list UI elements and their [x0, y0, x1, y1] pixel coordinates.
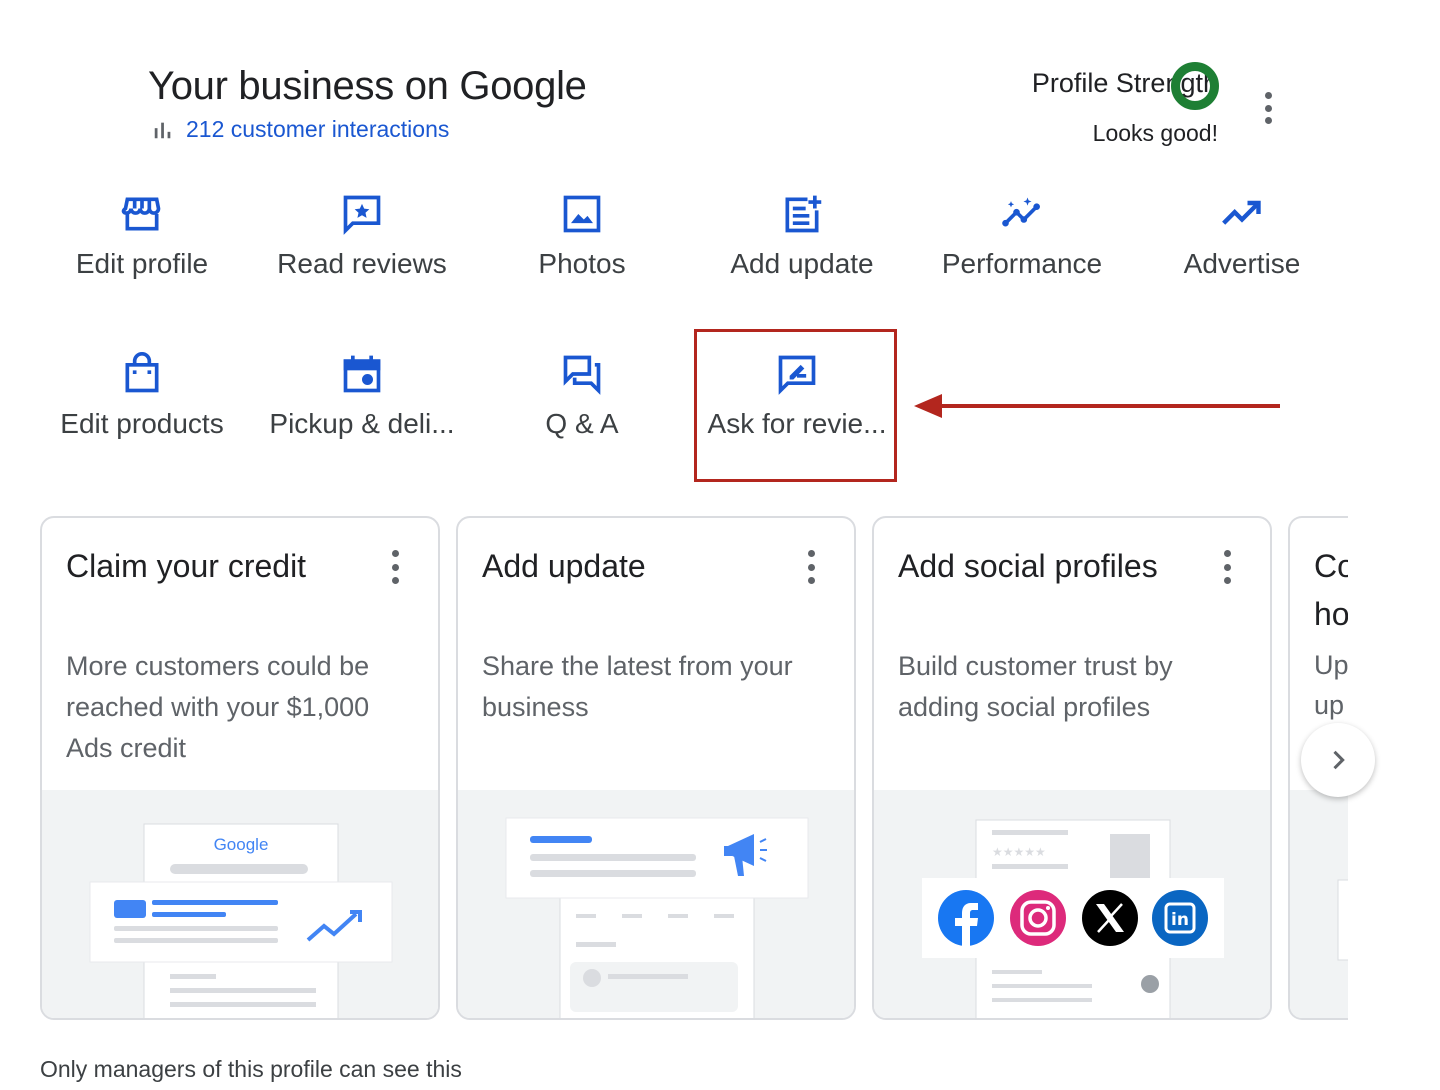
- linkedin-icon: in: [1152, 890, 1208, 946]
- card-add-update[interactable]: Add update Share the latest from your bu…: [456, 516, 856, 1020]
- add-update-illustration: [458, 790, 854, 1018]
- photos-button[interactable]: Photos: [472, 192, 692, 280]
- read-reviews-label: Read reviews: [277, 248, 447, 279]
- managers-visibility-note: Only managers of this profile can see th…: [40, 1056, 462, 1082]
- carousel-next-button[interactable]: [1301, 723, 1375, 797]
- performance-label: Performance: [941, 248, 1103, 279]
- add-update-button[interactable]: Add update: [692, 192, 912, 280]
- x-icon: [1082, 890, 1138, 946]
- shopping-bag-icon: [120, 352, 164, 396]
- page-title: Your business on Google: [148, 64, 587, 108]
- bar-chart-icon: [154, 122, 171, 138]
- card-description: Build customer trust by adding social pr…: [898, 651, 1173, 722]
- annotation-arrow: [914, 394, 1280, 418]
- photo-icon: [560, 192, 604, 236]
- card-title: Claim your credit: [66, 548, 307, 584]
- card-claim-credit[interactable]: Claim your credit More customers could b…: [40, 516, 440, 1020]
- advertise-label: Advertise: [1183, 248, 1301, 279]
- storefront-icon: [120, 192, 164, 236]
- calendar-icon: [340, 352, 384, 396]
- performance-button[interactable]: Performance: [912, 192, 1132, 280]
- pickup-delivery-label: Pickup & deli...: [269, 408, 455, 439]
- chevron-right-icon: [1333, 750, 1345, 770]
- card-add-social-profiles[interactable]: Add social profiles Build customer trust…: [872, 516, 1272, 1020]
- card-more-button[interactable]: [804, 550, 818, 584]
- card-more-button[interactable]: [1220, 550, 1234, 584]
- google-wordmark: Google: [214, 835, 269, 854]
- card-description: Share the latest from your business: [482, 651, 793, 722]
- card-description: More customers could be reached with you…: [66, 651, 370, 763]
- card-more-button[interactable]: [388, 550, 402, 584]
- read-reviews-button[interactable]: Read reviews: [252, 192, 472, 280]
- post-add-icon: [780, 192, 824, 236]
- edit-profile-label: Edit profile: [75, 248, 209, 279]
- more-options-button[interactable]: [1254, 88, 1282, 128]
- card-title: Add update: [482, 548, 646, 584]
- claim-credit-illustration: Google: [42, 790, 438, 1018]
- partial-illustration: [1290, 790, 1348, 1018]
- instagram-icon: [1010, 890, 1066, 946]
- partial-title-line1: Co: [1314, 548, 1348, 584]
- svg-text:★★★★★: ★★★★★: [992, 845, 1046, 859]
- photos-label: Photos: [538, 248, 626, 279]
- partial-title-line2: ho: [1314, 596, 1348, 632]
- edit-profile-button[interactable]: Edit profile: [32, 192, 252, 280]
- social-profiles-illustration: ★★★★★ in: [874, 790, 1270, 1018]
- add-update-label: Add update: [730, 248, 874, 279]
- interactions-label: 212 customer interactions: [186, 116, 450, 142]
- customer-interactions-link[interactable]: 212 customer interactions: [152, 116, 449, 143]
- partial-desc-line1: Up: [1314, 650, 1348, 680]
- profile-strength-status: Looks good!: [1092, 120, 1218, 146]
- qa-label: Q & A: [545, 408, 619, 439]
- edit-products-label: Edit products: [60, 408, 224, 439]
- forum-icon: [560, 352, 604, 396]
- pickup-delivery-button[interactable]: Pickup & deli...: [252, 352, 472, 440]
- advertise-button[interactable]: Advertise: [1132, 192, 1352, 280]
- trending-up-icon: [1220, 192, 1264, 236]
- highlight-box: [694, 329, 897, 482]
- insights-icon: [1000, 192, 1044, 236]
- partial-desc-line2: up: [1314, 690, 1345, 720]
- edit-products-button[interactable]: Edit products: [32, 352, 252, 440]
- profile-strength-ring[interactable]: [1171, 62, 1219, 110]
- review-star-icon: [340, 192, 384, 236]
- facebook-icon: [938, 890, 994, 946]
- card-title: Add social profiles: [898, 548, 1158, 584]
- svg-text:in: in: [1171, 910, 1189, 930]
- qa-button[interactable]: Q & A: [472, 352, 692, 440]
